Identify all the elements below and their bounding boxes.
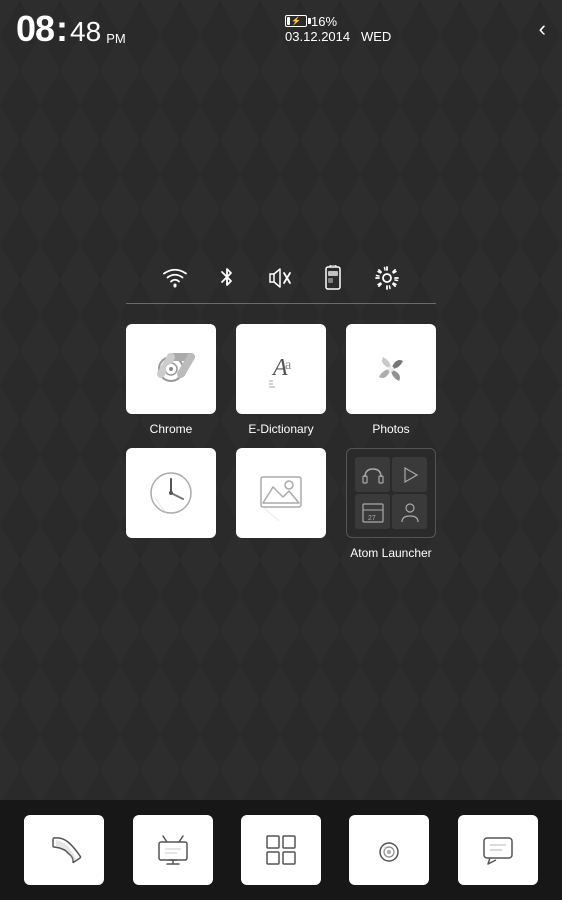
svg-text:a: a: [285, 358, 292, 373]
time-ampm: PM: [106, 31, 126, 46]
status-right: ‹: [539, 16, 546, 42]
settings-icon[interactable]: [374, 265, 400, 291]
grid-icon: [263, 832, 299, 868]
clock-icon-box[interactable]: [126, 448, 216, 538]
app-grid-row2: 27 Atom Launcher: [0, 448, 562, 560]
quick-settings-divider: [126, 303, 436, 304]
photos-svg-icon: [361, 339, 421, 399]
atom-launcher-folder[interactable]: 27 Atom Launcher: [346, 448, 436, 560]
chrome-svg-icon: [141, 339, 201, 399]
battery-lightning-icon: ⚡: [291, 17, 301, 26]
gallery-svg-icon: [251, 463, 311, 523]
chrome-icon-box[interactable]: [126, 324, 216, 414]
back-arrow-icon[interactable]: ‹: [539, 16, 546, 42]
bottom-dock: [0, 800, 562, 900]
battery-body: ⚡: [285, 15, 307, 27]
edictionary-label: E-Dictionary: [248, 422, 313, 436]
app-grid-row1: Chrome A a E-Dictionary: [0, 324, 562, 436]
chrome-app[interactable]: Chrome: [126, 324, 216, 436]
atom-launcher-icon-box[interactable]: 27: [346, 448, 436, 538]
gallery-icon-box[interactable]: [236, 448, 326, 538]
bluetooth-icon[interactable]: [218, 265, 236, 291]
status-bar: 08 : 48 PM ⚡ 16% 03.12.2014 WED: [0, 0, 562, 55]
time-minutes: 48: [70, 16, 101, 48]
date-section: ⚡ 16% 03.12.2014 WED: [285, 14, 391, 44]
folder-grid: 27: [355, 457, 427, 529]
date-text: 03.12.2014 WED: [285, 29, 391, 44]
folder-cell-headphones: [355, 457, 390, 492]
phone-battery-icon[interactable]: [322, 265, 344, 291]
time-hours: 08: [16, 8, 54, 50]
dock-phone[interactable]: [24, 815, 104, 885]
photos-app[interactable]: Photos: [346, 324, 436, 436]
phone-icon: [46, 832, 82, 868]
main-content: 08 : 48 PM ⚡ 16% 03.12.2014 WED: [0, 0, 562, 900]
atom-launcher-label: Atom Launcher: [350, 546, 431, 560]
time-section: 08 : 48 PM: [16, 8, 126, 50]
folder-cell-calendar: 27: [355, 494, 390, 529]
edictionary-svg-icon: A a: [251, 339, 311, 399]
dock-camera[interactable]: [349, 815, 429, 885]
folder-cell-person: [392, 494, 427, 529]
dock-tv[interactable]: [133, 815, 213, 885]
battery-percent: 16%: [311, 14, 337, 29]
battery-section: ⚡ 16%: [285, 14, 337, 29]
edictionary-app[interactable]: A a E-Dictionary: [236, 324, 326, 436]
dock-messages[interactable]: [458, 815, 538, 885]
clock-app[interactable]: [126, 448, 216, 560]
chat-icon: [480, 832, 516, 868]
quick-settings-bar: [0, 245, 562, 303]
photos-label: Photos: [372, 422, 409, 436]
battery-icon: ⚡: [285, 15, 307, 27]
edictionary-icon-box[interactable]: A a: [236, 324, 326, 414]
svg-text:27: 27: [368, 515, 376, 522]
chrome-label: Chrome: [150, 422, 193, 436]
dock-apps[interactable]: [241, 815, 321, 885]
folder-cell-play: [392, 457, 427, 492]
time-colon: :: [56, 8, 68, 50]
photos-icon-box[interactable]: [346, 324, 436, 414]
tv-icon: [155, 832, 191, 868]
clock-svg-icon: [141, 463, 201, 523]
mute-icon[interactable]: [266, 265, 292, 291]
wifi-icon[interactable]: [162, 267, 188, 289]
gallery-app[interactable]: [236, 448, 326, 560]
battery-fill: [287, 17, 290, 25]
camera-icon: [371, 832, 407, 868]
